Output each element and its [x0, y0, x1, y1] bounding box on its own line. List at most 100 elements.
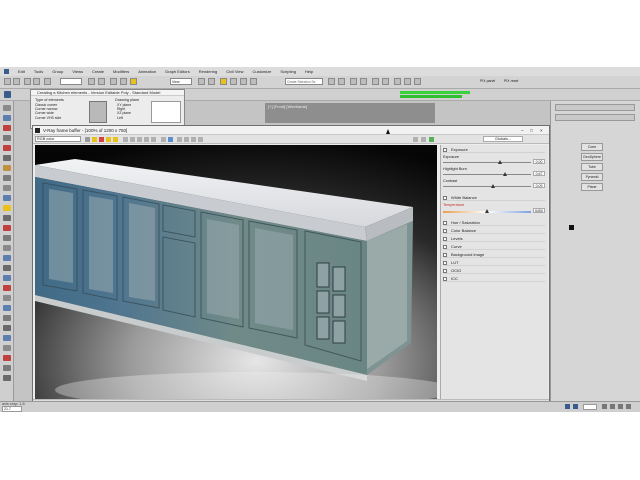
cabinet-3d-preview[interactable] [151, 101, 181, 123]
blue-channel-icon[interactable] [113, 137, 118, 142]
tool-icon[interactable] [3, 365, 11, 371]
levels-section[interactable]: Levels [443, 236, 545, 242]
cone-button[interactable]: Cone [581, 143, 603, 151]
align-icon[interactable] [338, 78, 345, 85]
tool-icon[interactable] [3, 325, 11, 331]
color-balance-section[interactable]: Color Balance [443, 228, 545, 234]
tool-icon[interactable] [3, 105, 11, 111]
green-channel-icon[interactable] [106, 137, 111, 142]
mirror-icon[interactable] [328, 78, 335, 85]
curve-checkbox[interactable] [443, 245, 447, 249]
slider-knob[interactable] [490, 184, 495, 188]
snap-toggle-icon[interactable] [220, 78, 227, 85]
tool-icon[interactable] [3, 225, 11, 231]
cabinet-preview-icon[interactable] [89, 101, 107, 123]
stop-render-icon[interactable] [198, 137, 203, 142]
tool-icon[interactable] [3, 155, 11, 161]
geosphere-button[interactable]: GeoSphere [581, 153, 603, 161]
pyramid-button[interactable]: Pyramid [581, 173, 603, 181]
tool-icon[interactable] [3, 235, 11, 241]
rendered-frame-icon[interactable] [404, 78, 411, 85]
app-icon[interactable] [4, 69, 9, 74]
menu-item[interactable]: Tools [34, 69, 43, 74]
tool-icon[interactable] [3, 245, 11, 251]
tool-icon[interactable] [3, 175, 11, 181]
tool-icon[interactable] [3, 335, 11, 341]
temperature-value[interactable]: 6450 [533, 208, 545, 213]
tool-icon[interactable] [3, 145, 11, 151]
link-vfb-icon[interactable] [151, 137, 156, 142]
region-render-icon[interactable] [137, 137, 142, 142]
stamp-icon[interactable] [191, 137, 196, 142]
clear-icon[interactable] [123, 137, 128, 142]
command-panel-tabs[interactable] [555, 104, 635, 111]
frame-field[interactable] [583, 404, 597, 410]
tool-icon[interactable] [3, 125, 11, 131]
next-frame-icon[interactable] [573, 404, 578, 409]
unlink-icon[interactable] [33, 78, 40, 85]
track-mouse-icon[interactable] [130, 137, 135, 142]
tool-icon[interactable] [3, 135, 11, 141]
tool-icon[interactable] [3, 375, 11, 381]
menu-item[interactable]: Group [52, 69, 63, 74]
contrast-value[interactable]: 0.09 [533, 183, 545, 188]
modeling-ribbon-icon[interactable] [4, 91, 11, 98]
exposure-slider[interactable] [443, 160, 531, 164]
lut-checkbox[interactable] [443, 261, 447, 265]
redo-icon[interactable] [13, 78, 20, 85]
scale-icon[interactable] [130, 78, 137, 85]
link-icon[interactable] [24, 78, 31, 85]
lut-section[interactable]: LUT [443, 260, 545, 266]
close-icon[interactable]: × [540, 126, 543, 135]
render-icon[interactable] [414, 78, 421, 85]
background-image-section[interactable]: Background image [443, 252, 545, 258]
hue-saturation-checkbox[interactable] [443, 221, 447, 225]
color-swatch[interactable] [569, 225, 574, 230]
menu-item[interactable]: Rendering [199, 69, 217, 74]
plane-left[interactable]: Left [117, 116, 131, 120]
icc-checkbox[interactable] [443, 277, 447, 281]
schematic-view-icon[interactable] [372, 78, 379, 85]
menu-item[interactable]: Help [305, 69, 313, 74]
temperature-slider[interactable] [443, 209, 531, 213]
curve-section[interactable]: Curve [443, 244, 545, 250]
settings-icon[interactable] [413, 137, 418, 142]
pivot-icon[interactable] [198, 78, 205, 85]
slider-knob[interactable] [485, 209, 490, 213]
minimize-icon[interactable]: – [521, 126, 524, 135]
slider-knob[interactable] [502, 172, 507, 176]
menu-item[interactable]: Animation [138, 69, 156, 74]
viewport-front[interactable]: [+] [Front] [Wireframe] [265, 103, 435, 123]
view-dropdown[interactable]: View [170, 78, 192, 85]
tool-icon[interactable] [3, 275, 11, 281]
menu-item[interactable]: Views [72, 69, 83, 74]
create-category-tabs[interactable] [555, 114, 635, 121]
levels-checkbox[interactable] [443, 237, 447, 241]
interactive-render-icon[interactable] [168, 137, 173, 142]
menu-item[interactable]: Edit [18, 69, 25, 74]
tool-icon[interactable] [3, 185, 11, 191]
tool-icon[interactable] [3, 195, 11, 201]
select-icon[interactable] [44, 78, 51, 85]
background-image-checkbox[interactable] [443, 253, 447, 257]
filter-dropdown[interactable] [60, 78, 82, 85]
tool-icon[interactable] [3, 345, 11, 351]
contrast-slider[interactable] [443, 184, 531, 188]
layers-icon[interactable] [421, 137, 426, 142]
pix-panel-button[interactable]: PIX panel [480, 79, 495, 83]
play-icon[interactable] [565, 404, 570, 409]
tool-icon[interactable] [3, 115, 11, 121]
tool-icon[interactable] [3, 295, 11, 301]
viewport-label[interactable]: [+] [Front] [Wireframe] [268, 104, 307, 109]
tool-icon[interactable] [3, 265, 11, 271]
menu-item[interactable]: Scripting [280, 69, 296, 74]
menu-item[interactable]: Customize [252, 69, 271, 74]
icc-section[interactable]: ICC [443, 276, 545, 282]
tool-icon[interactable] [3, 285, 11, 291]
tool-icon[interactable] [3, 215, 11, 221]
save-icon[interactable] [85, 137, 90, 142]
color-balance-checkbox[interactable] [443, 229, 447, 233]
coordinate-field[interactable]: 21.7 [2, 406, 22, 412]
plane-xz[interactable]: XZ plane [117, 111, 131, 115]
ocio-checkbox[interactable] [443, 269, 447, 273]
